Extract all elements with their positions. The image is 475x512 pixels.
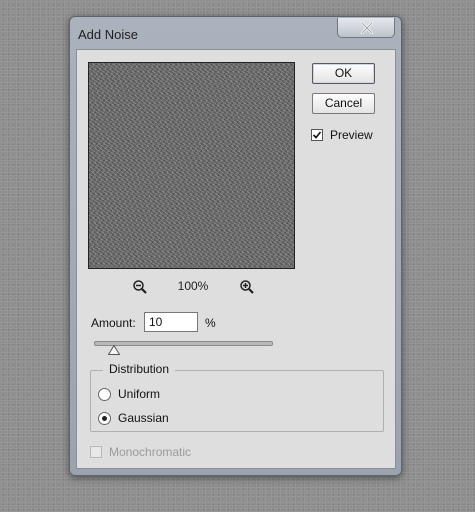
- uniform-radio[interactable]: [98, 388, 111, 401]
- radio-selected-dot: [102, 416, 107, 421]
- monochromatic-checkbox: [90, 446, 102, 458]
- uniform-label: Uniform: [118, 387, 161, 401]
- preview-label: Preview: [330, 128, 373, 142]
- amount-slider-thumb[interactable]: [108, 345, 120, 355]
- zoom-out-icon[interactable]: [132, 279, 148, 295]
- close-icon: [360, 22, 374, 34]
- zoom-in-icon[interactable]: [239, 279, 255, 295]
- amount-label: Amount:: [91, 316, 136, 330]
- preview-checkbox[interactable]: [311, 129, 323, 141]
- noise-preview[interactable]: [88, 62, 295, 269]
- gaussian-label: Gaussian: [118, 411, 169, 425]
- ok-button[interactable]: OK: [312, 63, 375, 84]
- monochromatic-label: Monochromatic: [109, 445, 192, 459]
- dialog-body: 100% OK Cancel Preview Amount: % Distrib…: [76, 49, 396, 469]
- checkmark-icon: [312, 131, 322, 139]
- gaussian-radio[interactable]: [98, 412, 111, 425]
- amount-unit: %: [205, 316, 216, 330]
- amount-slider-track[interactable]: [94, 341, 273, 346]
- cancel-button[interactable]: Cancel: [312, 93, 375, 114]
- title-bar[interactable]: Add Noise: [70, 17, 401, 49]
- close-button[interactable]: [337, 18, 395, 38]
- distribution-title: Distribution: [103, 362, 176, 376]
- amount-input[interactable]: [144, 312, 198, 332]
- zoom-level: 100%: [177, 279, 209, 293]
- add-noise-dialog: Add Noise 100% OK Cancel Preview Amount:…: [69, 16, 402, 476]
- dialog-title: Add Noise: [78, 27, 138, 42]
